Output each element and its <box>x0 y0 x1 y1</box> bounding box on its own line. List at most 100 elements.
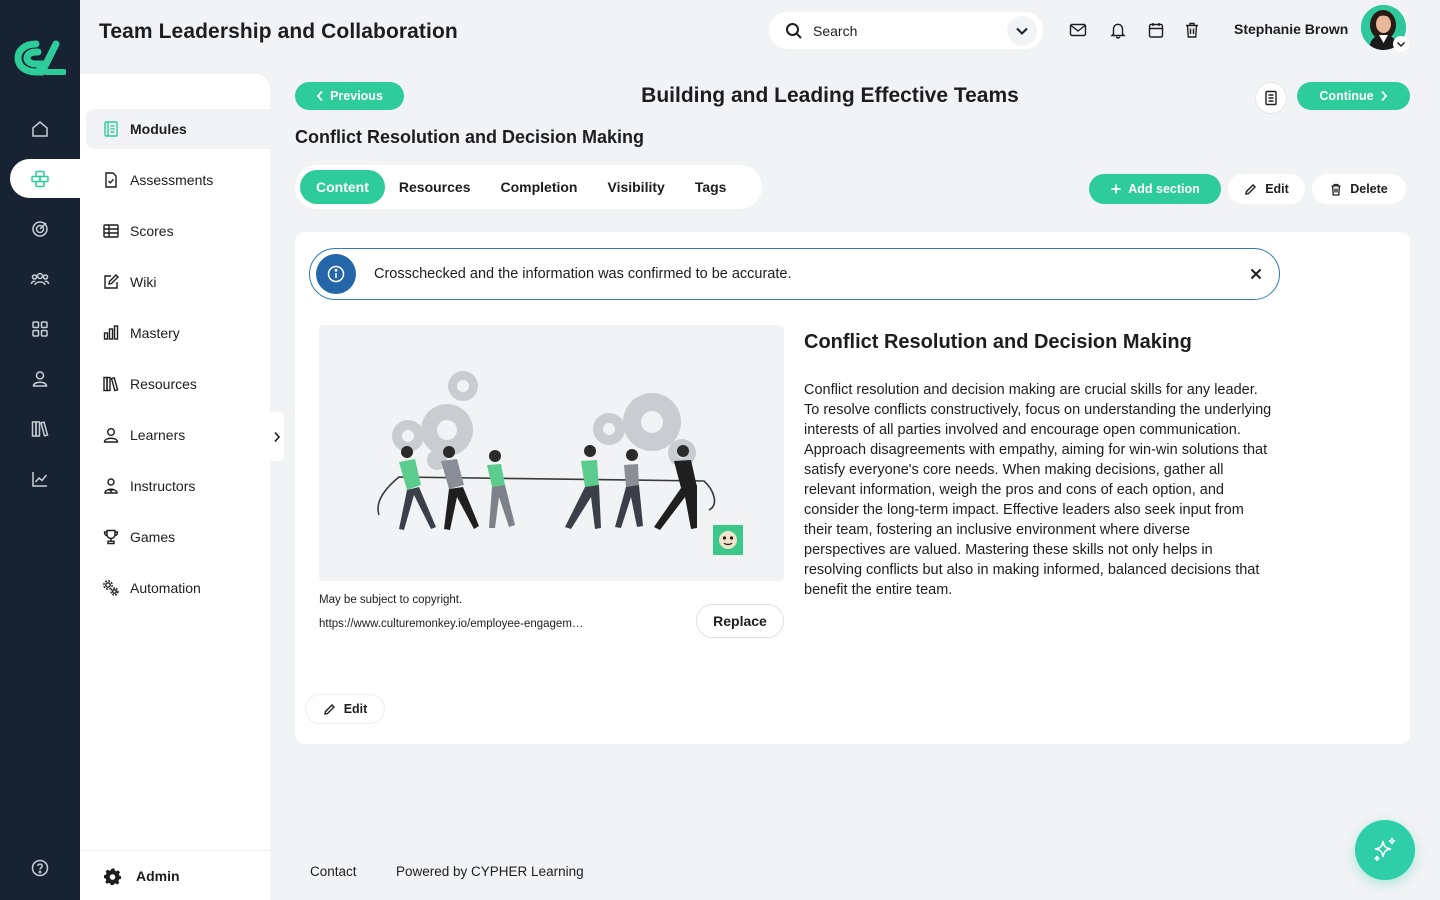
plus-icon <box>1111 184 1121 194</box>
wiki-icon <box>104 274 119 289</box>
sidebar-item-automation[interactable]: Automation <box>86 568 270 608</box>
app-logo[interactable] <box>14 38 66 78</box>
library-icon[interactable] <box>28 417 52 441</box>
analytics-icon[interactable] <box>28 467 52 491</box>
scores-icon <box>103 224 119 238</box>
continue-label: Continue <box>1319 89 1374 103</box>
close-icon[interactable] <box>1247 265 1265 283</box>
assessments-icon <box>105 172 117 188</box>
calendar-icon[interactable] <box>1146 20 1166 40</box>
pencil-icon <box>323 703 335 715</box>
image-source-link[interactable]: https://www.culturemonkey.io/employee-en… <box>319 618 589 630</box>
instructors-icon <box>104 478 118 494</box>
sidebar-item-modules[interactable]: Modules <box>86 109 270 149</box>
sidebar-item-label: Scores <box>130 223 174 239</box>
groups-icon[interactable] <box>28 267 52 291</box>
previous-label: Previous <box>330 89 383 103</box>
add-section-label: Add section <box>1128 182 1200 196</box>
sidebar-item-learners[interactable]: Learners <box>86 415 270 455</box>
powered-by: Powered by CYPHER Learning <box>396 864 584 879</box>
tab-content[interactable]: Content <box>300 170 385 204</box>
edit-label: Edit <box>1265 182 1289 196</box>
sidebar-item-instructors[interactable]: Instructors <box>86 466 270 506</box>
info-alert: Crosschecked and the information was con… <box>309 248 1280 300</box>
app-title: Team Leadership and Collaboration <box>99 20 458 43</box>
section-body: Conflict resolution and decision making … <box>804 382 1272 598</box>
search-input[interactable] <box>813 22 993 39</box>
admin-label: Admin <box>136 867 180 884</box>
trash-icon <box>1331 183 1341 196</box>
info-icon <box>316 254 356 294</box>
pencil-icon <box>1245 183 1257 195</box>
content-tabs: Content Resources Completion Visibility … <box>295 165 762 209</box>
sidebar-item-label: Wiki <box>130 274 157 290</box>
modules-icon <box>104 121 118 137</box>
help-icon[interactable] <box>28 856 52 880</box>
edit-module-button[interactable]: Edit <box>1228 174 1305 204</box>
admin-link[interactable]: Admin <box>80 850 270 900</box>
replace-image-button[interactable]: Replace <box>696 604 784 638</box>
ai-assistant-button[interactable] <box>1355 820 1415 880</box>
tab-tags[interactable]: Tags <box>679 170 743 204</box>
sidebar-item-label: Modules <box>130 121 187 137</box>
tab-completion[interactable]: Completion <box>484 170 593 204</box>
home-icon[interactable] <box>28 117 52 141</box>
course-sidebar: Modules Assessments Scores Wiki Mastery … <box>80 74 270 900</box>
search-scope-dropdown[interactable] <box>1007 16 1037 46</box>
catalog-icon[interactable] <box>28 317 52 341</box>
sparkle-icon <box>1374 837 1396 861</box>
automation-icon <box>103 580 119 596</box>
alert-text: Crosschecked and the information was con… <box>374 266 792 282</box>
table-of-contents-button[interactable] <box>1255 82 1287 114</box>
delete-label: Delete <box>1350 182 1388 196</box>
search-bar[interactable] <box>769 12 1043 49</box>
contact-link[interactable]: Contact <box>310 864 357 879</box>
sidebar-item-label: Mastery <box>130 325 180 341</box>
sidebar-item-games[interactable]: Games <box>86 517 270 557</box>
sidebar-item-mastery[interactable]: Mastery <box>86 313 270 353</box>
trash-icon[interactable] <box>1182 20 1202 40</box>
mail-icon[interactable] <box>1068 20 1088 40</box>
tab-resources[interactable]: Resources <box>383 170 487 204</box>
sidebar-collapse-toggle[interactable] <box>270 412 284 461</box>
content-card: Crosschecked and the information was con… <box>295 232 1410 744</box>
chevron-down-icon <box>1396 41 1406 47</box>
bell-icon[interactable] <box>1108 20 1128 40</box>
user-menu-toggle[interactable] <box>1393 36 1409 52</box>
previous-button[interactable]: Previous <box>295 82 404 110</box>
chevron-down-icon <box>1016 27 1028 35</box>
sidebar-item-label: Resources <box>130 376 197 392</box>
mastery-icon <box>103 325 119 340</box>
app-rail <box>0 0 80 900</box>
sidebar-item-scores[interactable]: Scores <box>86 211 270 251</box>
sidebar-item-assessments[interactable]: Assessments <box>86 160 270 200</box>
module-title: Conflict Resolution and Decision Making <box>295 127 645 147</box>
account-icon[interactable] <box>28 367 52 391</box>
continue-button[interactable]: Continue <box>1297 82 1410 110</box>
chevron-right-icon <box>1380 90 1387 102</box>
sidebar-item-label: Games <box>130 529 176 545</box>
user-name: Stephanie Brown <box>1234 21 1349 37</box>
sidebar-item-wiki[interactable]: Wiki <box>86 262 270 302</box>
delete-module-button[interactable]: Delete <box>1312 174 1406 204</box>
course-title: Building and Leading Effective Teams <box>641 84 1019 107</box>
section-title: Conflict Resolution and Decision Making <box>804 331 1192 353</box>
edit-section-label: Edit <box>343 702 368 716</box>
goals-icon[interactable] <box>28 217 52 241</box>
chevron-right-icon <box>274 431 281 442</box>
tab-visibility[interactable]: Visibility <box>591 170 680 204</box>
games-icon <box>103 529 119 545</box>
chevron-left-icon <box>316 90 323 102</box>
add-section-button[interactable]: Add section <box>1089 174 1221 204</box>
gear-icon <box>104 868 121 885</box>
edit-section-button[interactable]: Edit <box>305 694 385 724</box>
courses-icon[interactable] <box>28 167 52 191</box>
sidebar-item-label: Automation <box>130 580 201 596</box>
book-icon <box>1265 90 1277 106</box>
sidebar-item-resources[interactable]: Resources <box>86 364 270 404</box>
sidebar-item-label: Assessments <box>130 172 214 188</box>
sidebar-item-label: Instructors <box>130 478 196 494</box>
sidebar-item-label: Learners <box>130 427 186 443</box>
copyright-note: May be subject to copyright. <box>319 594 463 606</box>
resources-icon <box>103 376 119 392</box>
